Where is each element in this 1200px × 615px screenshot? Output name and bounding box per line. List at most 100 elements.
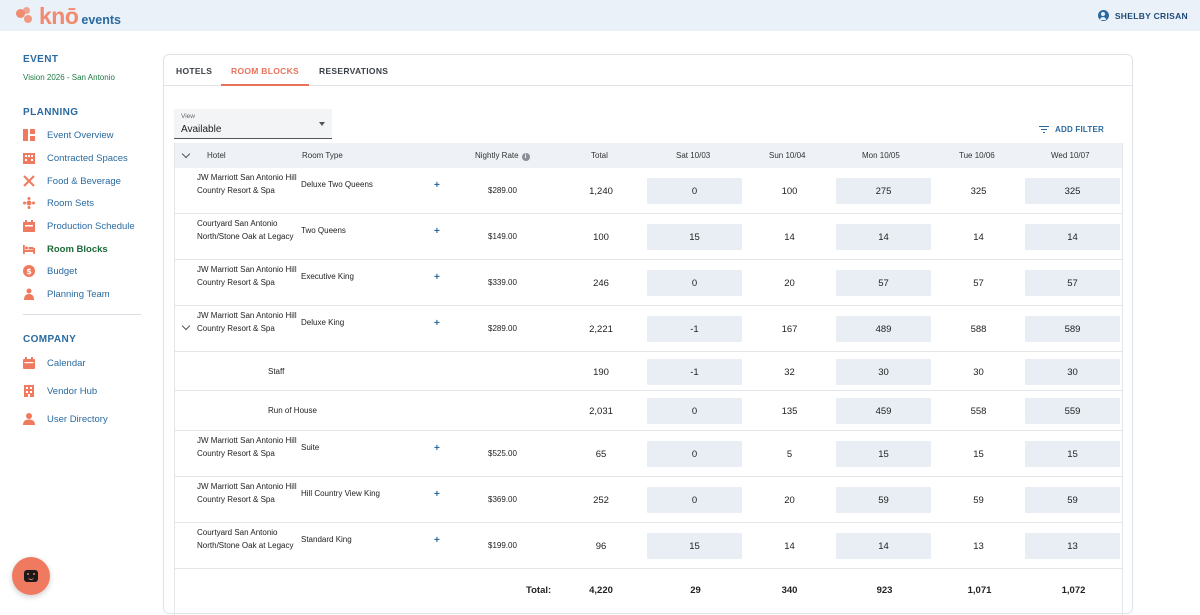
sidebar-item-food-beverage[interactable]: Food & Beverage: [23, 173, 121, 189]
column-header-room-type[interactable]: Room Type: [302, 151, 343, 160]
day-count-input[interactable]: 15: [647, 533, 742, 559]
add-sub-block-plus-icon[interactable]: +: [434, 226, 440, 237]
day-count-input[interactable]: 559: [1025, 398, 1120, 424]
planning-section-title: PLANNING: [23, 107, 79, 118]
column-header-tue-1006[interactable]: Tue 10/06: [959, 151, 995, 160]
day-count-input[interactable]: -1: [647, 316, 742, 342]
room-type: Executive King: [301, 272, 354, 281]
day-count-input[interactable]: 57: [1025, 270, 1120, 296]
sidebar-item-event-overview[interactable]: Event Overview: [23, 127, 114, 143]
row-expand-chevron-icon[interactable]: [181, 321, 191, 331]
day-count-cell[interactable]: 57: [931, 278, 1026, 289]
chat-help-button[interactable]: [12, 557, 50, 595]
column-header-mon-1005[interactable]: Mon 10/05: [862, 151, 900, 160]
tab-hotels[interactable]: HOTELS: [176, 66, 212, 76]
column-header-hotel[interactable]: Hotel: [207, 151, 226, 160]
day-count-input[interactable]: 275: [836, 178, 931, 204]
day-count-input[interactable]: 0: [647, 178, 742, 204]
day-count-cell[interactable]: 14: [931, 232, 1026, 243]
column-header-sat-1003[interactable]: Sat 10/03: [676, 151, 710, 160]
sidebar-item-vendor-hub[interactable]: Vendor Hub: [23, 383, 97, 399]
building-icon: [23, 152, 35, 164]
add-sub-block-plus-icon[interactable]: +: [434, 535, 440, 546]
day-count-input[interactable]: 459: [836, 398, 931, 424]
top-bar: knō events SHELBY CRISAN: [0, 0, 1200, 31]
day-count-input[interactable]: -1: [647, 359, 742, 385]
tab-room-blocks[interactable]: ROOM BLOCKS: [231, 66, 299, 76]
day-count-cell[interactable]: 20: [742, 495, 837, 506]
sidebar-item-user-directory[interactable]: User Directory: [23, 411, 108, 427]
event-name[interactable]: Vision 2026 - San Antonio: [23, 73, 115, 82]
sidebar-item-label: Event Overview: [47, 129, 114, 141]
add-sub-block-plus-icon[interactable]: +: [434, 318, 440, 329]
day-count-input[interactable]: 489: [836, 316, 931, 342]
day-count-input[interactable]: 14: [836, 224, 931, 250]
day-count-cell[interactable]: 5: [742, 449, 837, 460]
day-count-input[interactable]: 13: [1025, 533, 1120, 559]
day-count-cell[interactable]: 30: [931, 367, 1026, 378]
sidebar-item-room-sets[interactable]: Room Sets: [23, 195, 94, 211]
day-count-input[interactable]: 14: [836, 533, 931, 559]
collapse-all-chevron-icon[interactable]: [181, 149, 191, 159]
day-count-cell[interactable]: 135: [742, 406, 837, 417]
day-count-cell[interactable]: 14: [742, 541, 837, 552]
column-header-sun-1004[interactable]: Sun 10/04: [769, 151, 805, 160]
room-type: Deluxe King: [301, 318, 345, 327]
day-count-cell[interactable]: 59: [931, 495, 1026, 506]
day-count-input[interactable]: 15: [836, 441, 931, 467]
table-row: Courtyard San Antonio North/Stone Oak at…: [175, 214, 1122, 260]
day-count-input[interactable]: 589: [1025, 316, 1120, 342]
nightly-rate: $369.00: [488, 495, 517, 504]
sidebar-item-planning-team[interactable]: Planning Team: [23, 286, 110, 302]
day-count-input[interactable]: 15: [647, 224, 742, 250]
add-sub-block-plus-icon[interactable]: +: [434, 489, 440, 500]
day-count-input[interactable]: 325: [1025, 178, 1120, 204]
column-header-nightly-rate[interactable]: Nightly Rate i: [475, 151, 530, 161]
hotel-name: JW Marriott San Antonio Hill Country Res…: [197, 311, 297, 333]
filter-icon: [1039, 125, 1049, 134]
user-name: SHELBY CRISAN: [1114, 10, 1188, 21]
day-count-input[interactable]: 59: [836, 487, 931, 513]
day-count-cell[interactable]: 100: [742, 186, 837, 197]
sidebar-item-contracted-spaces[interactable]: Contracted Spaces: [23, 150, 128, 166]
day-count-input[interactable]: 0: [647, 398, 742, 424]
day-count-cell[interactable]: 167: [742, 324, 837, 335]
day-count-cell[interactable]: 14: [742, 232, 837, 243]
row-total: 65: [595, 449, 607, 460]
day-count-input[interactable]: 14: [1025, 224, 1120, 250]
day-count-input[interactable]: 0: [647, 270, 742, 296]
user-menu[interactable]: SHELBY CRISAN: [1097, 10, 1188, 21]
day-count-input[interactable]: 59: [1025, 487, 1120, 513]
day-count-cell[interactable]: 13: [931, 541, 1026, 552]
tab-reservations[interactable]: RESERVATIONS: [319, 66, 388, 76]
day-count-input[interactable]: 15: [1025, 441, 1120, 467]
add-sub-block-plus-icon[interactable]: +: [434, 272, 440, 283]
add-sub-block-plus-icon[interactable]: +: [434, 180, 440, 191]
totals-sun: 340: [781, 585, 798, 596]
sub-table-row: Run of House 2,031 0 135 459 558 559: [175, 391, 1122, 431]
add-sub-block-plus-icon[interactable]: +: [434, 443, 440, 454]
sidebar-item-budget[interactable]: $ Budget: [23, 263, 77, 279]
day-count-cell[interactable]: 20: [742, 278, 837, 289]
column-header-total[interactable]: Total: [591, 151, 608, 160]
add-filter-button[interactable]: ADD FILTER: [1039, 125, 1104, 134]
day-count-input[interactable]: 30: [836, 359, 931, 385]
day-count-input[interactable]: 0: [647, 487, 742, 513]
day-count-cell[interactable]: 325: [931, 186, 1026, 197]
sidebar-item-production-schedule[interactable]: Production Schedule: [23, 218, 135, 234]
day-count-cell[interactable]: 558: [931, 406, 1026, 417]
day-count-input[interactable]: 0: [647, 441, 742, 467]
room-type: Standard King: [301, 535, 352, 544]
view-select[interactable]: View Available: [174, 109, 332, 139]
day-count-cell[interactable]: 32: [742, 367, 837, 378]
day-count-cell[interactable]: 15: [931, 449, 1026, 460]
sidebar-item-room-blocks[interactable]: Room Blocks: [23, 241, 108, 257]
info-icon[interactable]: i: [521, 153, 530, 161]
day-count-cell[interactable]: 588: [931, 324, 1026, 335]
day-count-input[interactable]: 57: [836, 270, 931, 296]
room-blocks-table: Hotel Room Type Nightly Rate i Total Sat …: [174, 143, 1123, 615]
column-header-wed-1007[interactable]: Wed 10/07: [1051, 151, 1090, 160]
day-count-input[interactable]: 30: [1025, 359, 1120, 385]
kno-events-logo[interactable]: knō events: [16, 4, 121, 28]
sidebar-item-calendar[interactable]: Calendar: [23, 355, 86, 371]
